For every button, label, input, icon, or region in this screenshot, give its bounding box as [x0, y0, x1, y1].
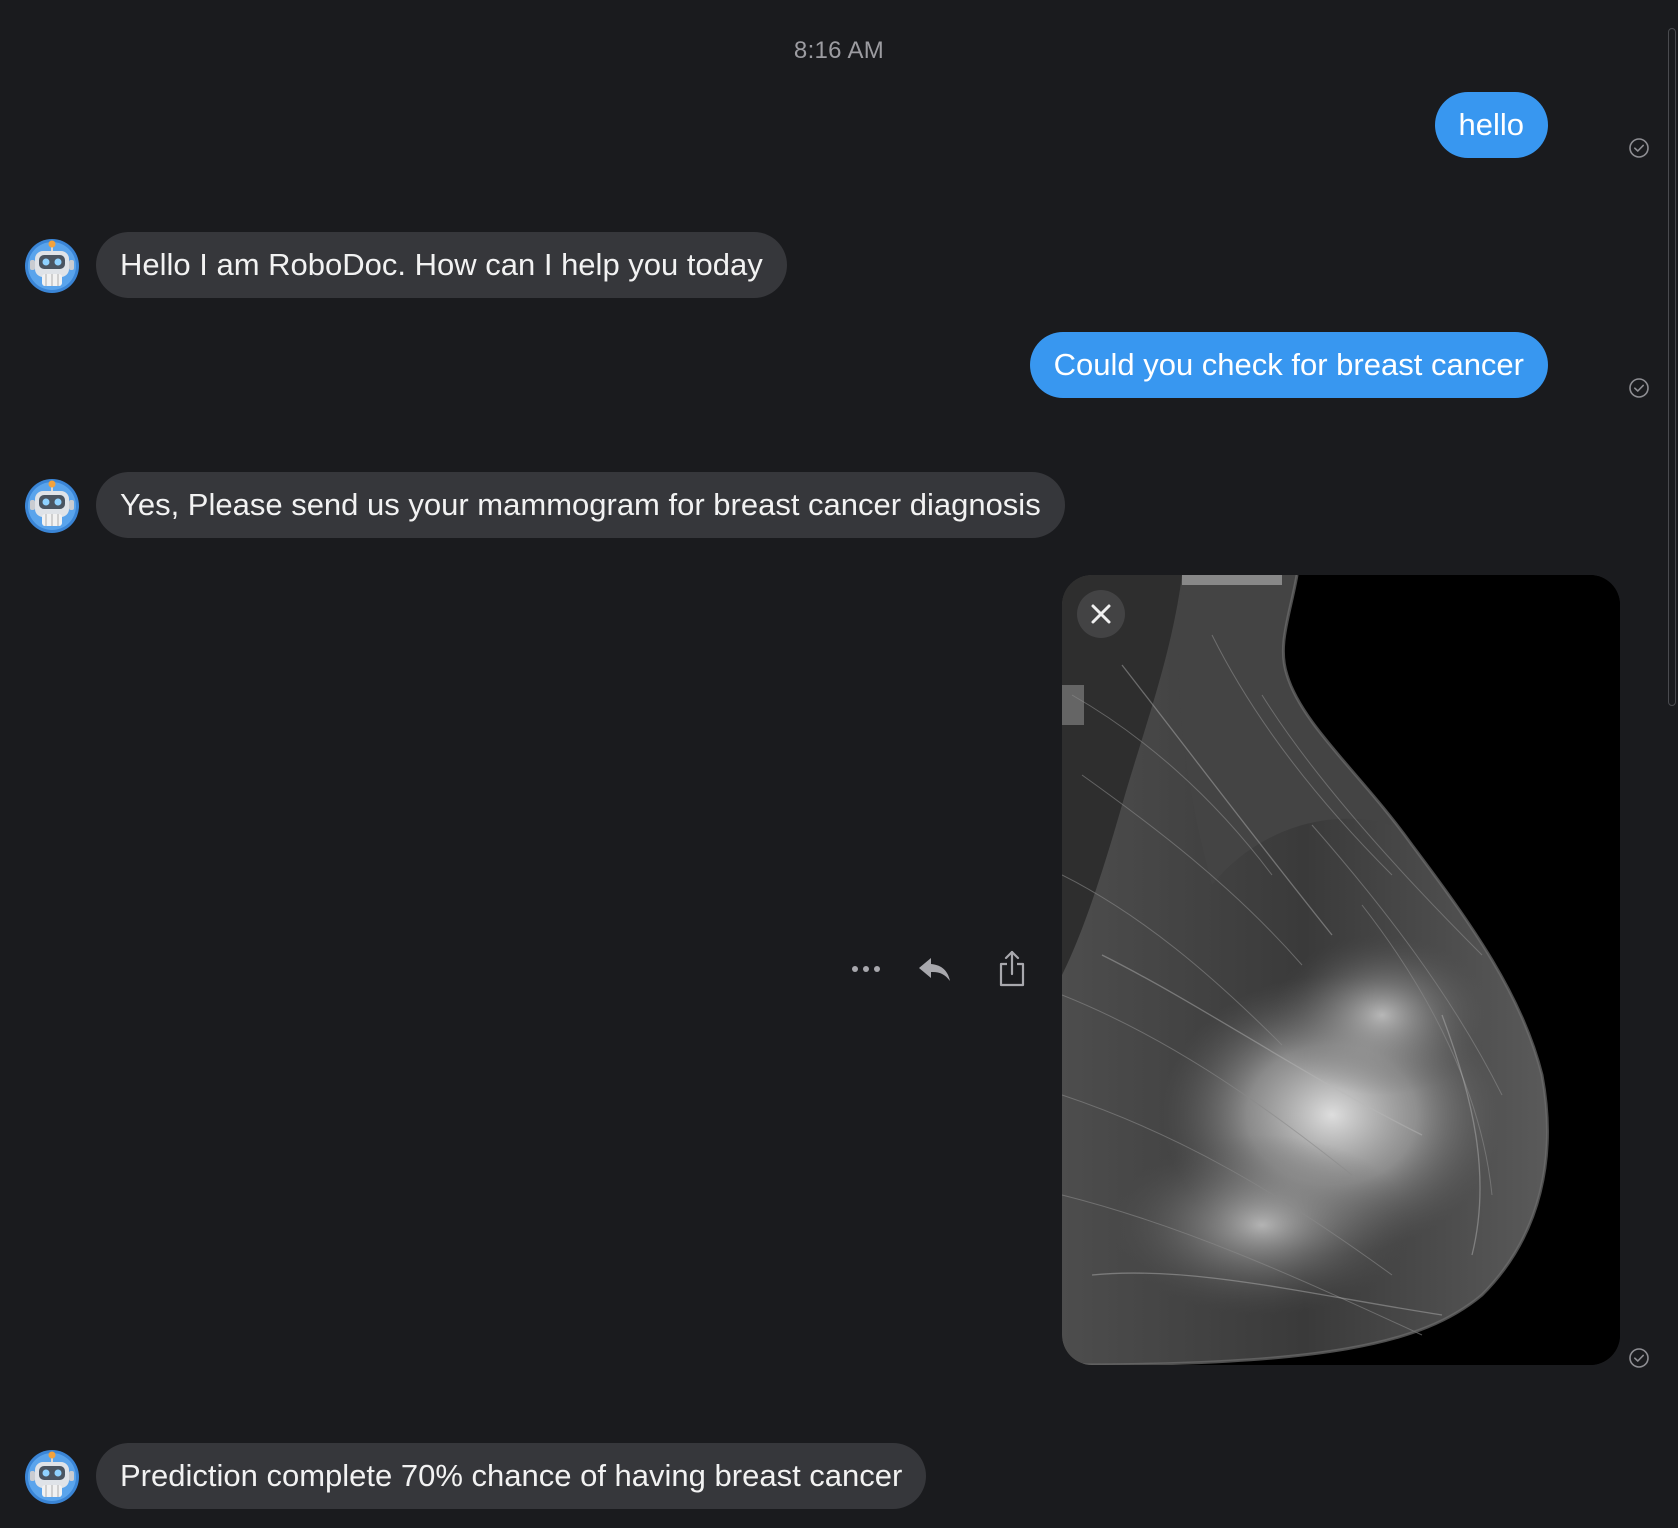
more-options-button[interactable]	[844, 947, 888, 991]
reply-button[interactable]	[913, 947, 957, 991]
read-check-icon	[1629, 1348, 1649, 1368]
mammogram-image	[1062, 575, 1620, 1365]
read-check-icon	[1629, 378, 1649, 398]
robot-avatar-icon[interactable]	[24, 1449, 80, 1505]
robot-avatar-icon[interactable]	[24, 478, 80, 534]
message-timestamp: 8:16 AM	[793, 37, 885, 64]
incoming-message-bubble[interactable]: Prediction complete 70% chance of having…	[96, 1443, 927, 1509]
incoming-message-bubble[interactable]: Yes, Please send us your mammogram for b…	[96, 472, 1065, 538]
more-icon	[852, 966, 880, 972]
close-image-button[interactable]	[1077, 590, 1125, 638]
share-icon	[999, 950, 1025, 987]
close-icon	[1091, 604, 1111, 624]
outgoing-message-bubble[interactable]: hello	[1434, 92, 1548, 158]
incoming-message-bubble[interactable]: Hello I am RoboDoc. How can I help you t…	[96, 232, 787, 298]
reply-icon	[919, 958, 950, 981]
scrollbar[interactable]	[1668, 28, 1676, 706]
chat-window: 8:16 AM hello Hello I am RoboDoc. How ca…	[0, 0, 1678, 1528]
share-button[interactable]	[990, 947, 1034, 991]
read-check-icon	[1629, 138, 1649, 158]
outgoing-message-bubble[interactable]: Could you check for breast cancer	[1029, 332, 1548, 398]
mammogram-image-bubble[interactable]	[1062, 575, 1620, 1365]
robot-avatar-icon[interactable]	[24, 238, 80, 294]
